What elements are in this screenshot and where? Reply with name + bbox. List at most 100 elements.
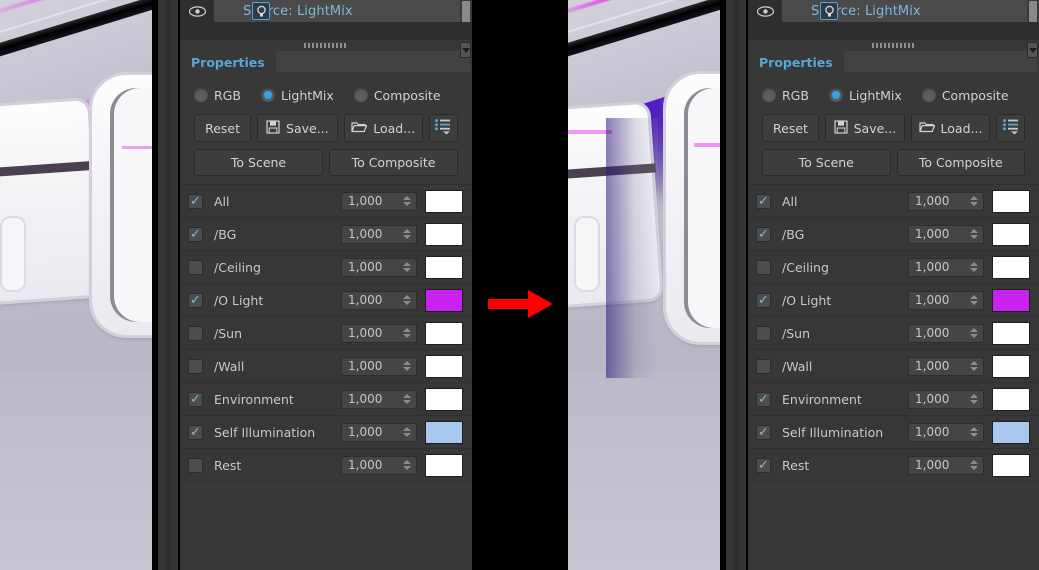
stepper-arrows[interactable] [970, 425, 978, 440]
stepper-down-icon[interactable] [970, 301, 978, 305]
row-value-stepper[interactable]: 1,000 [341, 389, 417, 409]
row-color-swatch[interactable] [992, 255, 1030, 279]
row-color-swatch[interactable] [425, 321, 463, 345]
row-color-swatch[interactable] [425, 354, 463, 378]
stepper-arrows[interactable] [403, 194, 411, 209]
row-checkbox[interactable] [756, 325, 771, 341]
stepper-arrows[interactable] [970, 293, 978, 308]
row-value-stepper[interactable]: 1,000 [341, 191, 417, 211]
row-color-swatch[interactable] [425, 189, 463, 213]
stepper-down-icon[interactable] [970, 268, 978, 272]
row-color-swatch[interactable] [992, 354, 1030, 378]
row-checkbox[interactable] [188, 325, 203, 341]
stepper-arrows[interactable] [403, 293, 411, 308]
row-value-stepper[interactable]: 1,000 [341, 257, 417, 277]
row-color-swatch[interactable] [992, 420, 1030, 444]
splitter-right[interactable] [726, 0, 746, 570]
stepper-up-icon[interactable] [970, 262, 978, 266]
stepper-arrows[interactable] [403, 458, 411, 473]
radio-lightmix[interactable]: LightMix [260, 88, 334, 103]
row-value-stepper[interactable]: 1,000 [341, 356, 417, 376]
lightmix-row[interactable]: /Wall 1,000 [748, 350, 1039, 383]
row-checkbox[interactable] [756, 226, 771, 242]
stepper-down-icon[interactable] [970, 433, 978, 437]
splitter-left[interactable] [158, 0, 178, 570]
row-checkbox[interactable] [756, 292, 771, 308]
stepper-down-icon[interactable] [403, 268, 411, 272]
row-color-swatch[interactable] [992, 288, 1030, 312]
stepper-up-icon[interactable] [403, 460, 411, 464]
row-value-stepper[interactable]: 1,000 [908, 389, 984, 409]
scroll-down-button[interactable] [1027, 42, 1038, 58]
row-value-stepper[interactable]: 1,000 [341, 224, 417, 244]
radio-composite[interactable]: Composite [921, 88, 1009, 103]
row-value-stepper[interactable]: 1,000 [908, 422, 984, 442]
reset-button[interactable]: Reset [194, 114, 252, 142]
stepper-arrows[interactable] [970, 227, 978, 242]
stepper-down-icon[interactable] [403, 334, 411, 338]
row-color-swatch[interactable] [992, 189, 1030, 213]
row-checkbox[interactable] [188, 358, 203, 374]
scroll-down-button[interactable] [460, 42, 471, 58]
to-composite-button[interactable]: To Composite [896, 149, 1025, 176]
stepper-down-icon[interactable] [403, 466, 411, 470]
lightmix-row[interactable]: /Sun 1,000 [180, 317, 472, 350]
row-color-swatch[interactable] [992, 453, 1030, 477]
row-color-swatch[interactable] [992, 222, 1030, 246]
stepper-up-icon[interactable] [403, 295, 411, 299]
stepper-arrows[interactable] [970, 392, 978, 407]
stepper-down-icon[interactable] [970, 202, 978, 206]
row-checkbox[interactable] [756, 193, 771, 209]
save-button[interactable]: Save... [824, 114, 905, 142]
row-checkbox[interactable] [188, 292, 203, 308]
tab-properties[interactable]: Properties [180, 50, 276, 74]
row-value-stepper[interactable]: 1,000 [341, 323, 417, 343]
row-value-stepper[interactable]: 1,000 [341, 455, 417, 475]
stepper-up-icon[interactable] [403, 196, 411, 200]
radio-rgb[interactable]: RGB [194, 88, 241, 103]
stepper-arrows[interactable] [403, 326, 411, 341]
lightmix-row[interactable]: /Ceiling 1,000 [180, 251, 472, 284]
stepper-up-icon[interactable] [403, 328, 411, 332]
lightmix-row[interactable]: Self Illumination 1,000 [180, 416, 472, 449]
load-button[interactable]: Load... [343, 114, 423, 142]
lightmix-row[interactable]: Rest 1,000 [180, 449, 472, 482]
lightmix-row[interactable]: All 1,000 [748, 185, 1039, 218]
stepper-up-icon[interactable] [970, 427, 978, 431]
eye-icon[interactable] [748, 5, 782, 17]
to-composite-button[interactable]: To Composite [329, 149, 458, 176]
row-color-swatch[interactable] [425, 288, 463, 312]
row-value-stepper[interactable]: 1,000 [908, 455, 984, 475]
stepper-down-icon[interactable] [970, 400, 978, 404]
stepper-arrows[interactable] [403, 392, 411, 407]
stepper-up-icon[interactable] [970, 394, 978, 398]
lightmix-row[interactable]: /BG 1,000 [748, 218, 1039, 251]
save-button[interactable]: Save... [257, 114, 338, 142]
stepper-down-icon[interactable] [403, 367, 411, 371]
stepper-down-icon[interactable] [403, 301, 411, 305]
stepper-down-icon[interactable] [403, 400, 411, 404]
stepper-up-icon[interactable] [403, 427, 411, 431]
stepper-up-icon[interactable] [403, 394, 411, 398]
row-checkbox[interactable] [756, 358, 771, 374]
stepper-arrows[interactable] [970, 359, 978, 374]
row-value-stepper[interactable]: 1,000 [341, 290, 417, 310]
stepper-arrows[interactable] [970, 326, 978, 341]
stepper-up-icon[interactable] [970, 361, 978, 365]
row-color-swatch[interactable] [992, 321, 1030, 345]
stepper-down-icon[interactable] [403, 433, 411, 437]
stepper-down-icon[interactable] [403, 202, 411, 206]
stepper-up-icon[interactable] [403, 262, 411, 266]
stepper-down-icon[interactable] [403, 235, 411, 239]
list-menu-button[interactable] [996, 114, 1025, 142]
row-checkbox[interactable] [188, 226, 203, 242]
lightmix-row[interactable]: Environment 1,000 [748, 383, 1039, 416]
stepper-arrows[interactable] [403, 359, 411, 374]
row-value-stepper[interactable]: 1,000 [908, 224, 984, 244]
stepper-arrows[interactable] [403, 425, 411, 440]
radio-rgb[interactable]: RGB [762, 88, 809, 103]
stepper-arrows[interactable] [970, 260, 978, 275]
stepper-up-icon[interactable] [970, 229, 978, 233]
lightmix-row[interactable]: /Sun 1,000 [748, 317, 1039, 350]
tab-properties[interactable]: Properties [748, 50, 844, 74]
